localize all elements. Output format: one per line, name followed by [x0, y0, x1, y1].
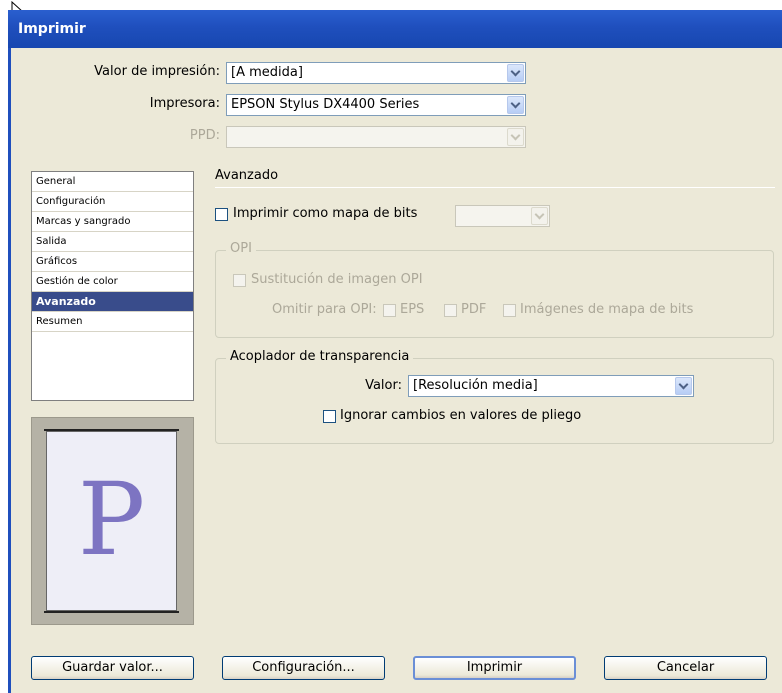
omit-pdf-checkbox	[444, 304, 457, 317]
flattener-preset-label: Valor:	[365, 378, 402, 393]
omit-bitmap-checkbox	[503, 304, 516, 317]
page-preview: P	[31, 417, 194, 625]
print-button[interactable]: Imprimir	[413, 656, 576, 680]
preview-page: P	[44, 429, 179, 613]
chevron-down-icon[interactable]	[507, 96, 524, 114]
ignore-spread-overrides-checkbox[interactable]	[323, 410, 336, 423]
nav-item-general[interactable]: General	[32, 172, 193, 192]
nav-item-avanzado[interactable]: Avanzado	[32, 292, 193, 312]
print-dialog: Imprimir Valor de impresión: [A medida] …	[0, 0, 782, 693]
window-title: Imprimir	[18, 21, 86, 37]
print-as-bitmap-label[interactable]: Imprimir como mapa de bits	[233, 206, 417, 221]
crop-marks	[44, 429, 179, 433]
ppd-select	[226, 126, 526, 148]
omit-eps-label: EPS	[400, 302, 425, 317]
opi-group-label: OPI	[226, 241, 256, 256]
save-preset-button[interactable]: Guardar valor...	[31, 656, 194, 680]
ignore-spread-overrides-label[interactable]: Ignorar cambios en valores de pliego	[340, 408, 581, 423]
printer-select[interactable]: EPSON Stylus DX4400 Series	[226, 94, 526, 116]
nav-item-graficos[interactable]: Gráficos	[32, 252, 193, 272]
omit-bitmap-label: Imágenes de mapa de bits	[520, 302, 694, 317]
nav-item-salida[interactable]: Salida	[32, 232, 193, 252]
flattener-preset-value: [Resolución media]	[413, 378, 538, 393]
omit-pdf-label: PDF	[461, 302, 487, 317]
section-title: Avanzado	[215, 168, 279, 183]
nav-item-configuracion[interactable]: Configuración	[32, 192, 193, 212]
printer-value: EPSON Stylus DX4400 Series	[231, 97, 420, 112]
flattener-group	[215, 358, 774, 444]
flattener-group-label: Acoplador de transparencia	[226, 349, 414, 364]
section-divider	[215, 187, 775, 188]
preset-select[interactable]: [A medida]	[226, 62, 526, 84]
opi-replacement-checkbox	[233, 274, 246, 287]
bitmap-resolution-select	[455, 205, 550, 227]
setup-button[interactable]: Configuración...	[222, 656, 385, 680]
preset-label: Valor de impresión:	[94, 64, 220, 79]
omit-for-opi-label: Omitir para OPI:	[272, 302, 377, 317]
preset-value: [A medida]	[231, 65, 303, 80]
opi-replacement-label: Sustitución de imagen OPI	[251, 272, 423, 287]
ppd-label: PPD:	[189, 128, 220, 143]
print-as-bitmap-checkbox[interactable]	[215, 208, 228, 221]
chevron-down-icon	[531, 207, 548, 225]
chevron-down-icon	[507, 128, 524, 146]
cancel-button[interactable]: Cancelar	[604, 656, 767, 680]
crop-marks	[44, 609, 179, 613]
nav-item-marcas-sangrado[interactable]: Marcas y sangrado	[32, 212, 193, 232]
chevron-down-icon[interactable]	[507, 64, 524, 82]
printer-label: Impresora:	[149, 96, 220, 111]
nav-item-gestion-color[interactable]: Gestión de color	[32, 272, 193, 292]
category-list: General Configuración Marcas y sangrado …	[31, 171, 194, 401]
flattener-preset-select[interactable]: [Resolución media]	[408, 375, 694, 397]
preview-letter: P	[77, 461, 146, 578]
nav-item-resumen[interactable]: Resumen	[32, 312, 193, 332]
title-bar: Imprimir	[8, 10, 782, 48]
omit-eps-checkbox	[383, 304, 396, 317]
opi-group	[215, 250, 774, 338]
chevron-down-icon[interactable]	[675, 377, 692, 395]
